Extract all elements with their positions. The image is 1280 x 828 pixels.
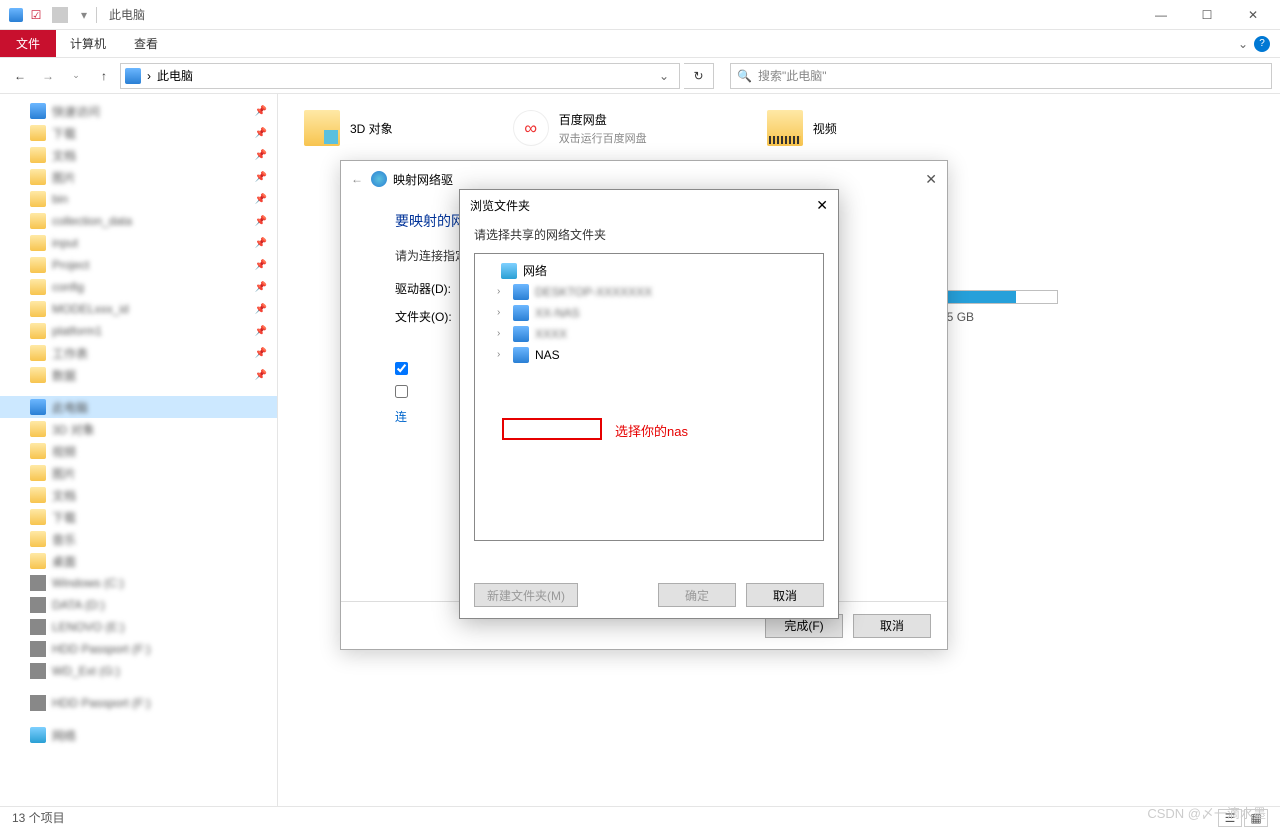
sidebar-item[interactable]: HDD Passport (F:) xyxy=(0,692,277,714)
sidebar-item[interactable]: LENOVO (E:) xyxy=(0,616,277,638)
sidebar-item[interactable]: 桌面 xyxy=(0,550,277,572)
sidebar-item[interactable]: 音乐 xyxy=(0,528,277,550)
tree-node[interactable]: ›DESKTOP-XXXXXXX xyxy=(479,281,819,302)
computer-icon xyxy=(8,7,24,23)
sidebar-item[interactable]: HDD Passport (F:) xyxy=(0,638,277,660)
search-icon: 🔍 xyxy=(737,69,752,83)
tab-computer[interactable]: 计算机 xyxy=(56,30,120,57)
refresh-button[interactable]: ↻ xyxy=(684,63,714,89)
title-bar: ☑ ▾ 此电脑 — ☐ ✕ xyxy=(0,0,1280,30)
item-count: 13 个项目 xyxy=(12,809,65,826)
tree-node[interactable]: ›XX-NAS xyxy=(479,302,819,323)
close-icon[interactable]: ✕ xyxy=(816,197,828,214)
sidebar-item[interactable]: 文档 xyxy=(0,484,277,506)
folder-3dobjects[interactable]: 3D 对象 xyxy=(304,110,393,146)
sidebar-item[interactable]: 快速访问📌 xyxy=(0,100,277,122)
nav-row: ← → ⌄ ↑ › 此电脑 ⌄ ↻ 🔍 搜索"此电脑" xyxy=(0,58,1280,94)
tree-node[interactable]: ›XXXX xyxy=(479,323,819,344)
recent-dropdown[interactable]: ⌄ xyxy=(64,64,88,88)
folder-label: 百度网盘 xyxy=(559,111,647,128)
sidebar-item[interactable]: input📌 xyxy=(0,232,277,254)
sidebar-item[interactable]: 数据📌 xyxy=(0,364,277,386)
watermark: CSDN @〆一滴水墨 xyxy=(1147,803,1266,822)
annotation-text: 选择你的nas xyxy=(615,421,688,440)
ok-button: 确定 xyxy=(658,583,736,607)
folder-baidupan[interactable]: ∞ 百度网盘双击运行百度网盘 xyxy=(513,110,647,146)
cancel-button[interactable]: 取消 xyxy=(746,583,824,607)
maximize-button[interactable]: ☐ xyxy=(1184,0,1230,30)
qat-dropdown-icon[interactable]: ▾ xyxy=(76,7,92,23)
close-icon[interactable]: ✕ xyxy=(925,171,937,188)
back-icon[interactable]: ← xyxy=(351,172,363,186)
sidebar-item[interactable]: WD_Ext (G:) xyxy=(0,660,277,682)
sidebar-item[interactable]: DATA (D:) xyxy=(0,594,277,616)
back-button[interactable]: ← xyxy=(8,64,32,88)
sidebar-item[interactable]: 下载📌 xyxy=(0,122,277,144)
dialog-title: 浏览文件夹 xyxy=(470,197,530,214)
separator xyxy=(52,7,68,23)
sidebar-item[interactable]: MODELxxx_id📌 xyxy=(0,298,277,320)
cancel-button[interactable]: 取消 xyxy=(853,614,931,638)
browse-folder-dialog: 浏览文件夹 ✕ 请选择共享的网络文件夹 网络 ›DESKTOP-XXXXXXX … xyxy=(459,189,839,619)
sidebar-item[interactable]: 网络 xyxy=(0,724,277,746)
link-text[interactable]: 连 xyxy=(395,408,407,425)
search-input[interactable]: 🔍 搜索"此电脑" xyxy=(730,63,1272,89)
drive-label: 驱动器(D): xyxy=(395,280,465,297)
ribbon: 文件 计算机 查看 ⌄ ? xyxy=(0,30,1280,58)
folder-sublabel: 双击运行百度网盘 xyxy=(559,130,647,146)
wizard-title: 映射网络驱 xyxy=(393,171,453,188)
globe-icon xyxy=(371,171,387,187)
help-icon[interactable]: ? xyxy=(1254,36,1270,52)
up-button[interactable]: ↑ xyxy=(92,64,116,88)
reconnect-checkbox[interactable] xyxy=(395,362,408,375)
sidebar-item[interactable]: platform1📌 xyxy=(0,320,277,342)
search-placeholder: 搜索"此电脑" xyxy=(758,67,827,84)
sidebar-item[interactable]: bin📌 xyxy=(0,188,277,210)
folder-label: 视频 xyxy=(813,120,837,137)
sidebar-item[interactable]: Project📌 xyxy=(0,254,277,276)
sidebar-item-thispc[interactable]: 此电脑 xyxy=(0,396,277,418)
status-bar: 13 个项目 ☰ ▦ xyxy=(0,806,1280,828)
annotation-box xyxy=(502,418,602,440)
othercred-checkbox[interactable] xyxy=(395,385,408,398)
folder-label: 文件夹(O): xyxy=(395,308,465,325)
window-title: 此电脑 xyxy=(109,6,145,23)
ribbon-expand-icon[interactable]: ⌄ xyxy=(1238,37,1248,51)
tab-view[interactable]: 查看 xyxy=(120,30,172,57)
breadcrumb-location[interactable]: 此电脑 xyxy=(157,67,193,84)
address-dropdown-icon[interactable]: ⌄ xyxy=(653,69,675,83)
qat-checkbox-icon[interactable]: ☑ xyxy=(28,7,44,23)
sidebar-item[interactable]: 3D 对象 xyxy=(0,418,277,440)
sidebar-item[interactable]: 图片 xyxy=(0,462,277,484)
sidebar-item[interactable]: 下载 xyxy=(0,506,277,528)
sidebar-item[interactable]: config📌 xyxy=(0,276,277,298)
forward-button: → xyxy=(36,64,60,88)
minimize-button[interactable]: — xyxy=(1138,0,1184,30)
new-folder-button: 新建文件夹(M) xyxy=(474,583,578,607)
tree-root[interactable]: 网络 xyxy=(479,260,819,281)
breadcrumb-sep: › xyxy=(147,69,151,83)
sidebar-item[interactable]: 图片📌 xyxy=(0,166,277,188)
tree-node-nas[interactable]: ›NAS xyxy=(479,344,819,365)
folder-videos[interactable]: 视频 xyxy=(767,110,837,146)
sidebar-item[interactable]: 文档📌 xyxy=(0,144,277,166)
separator xyxy=(96,7,97,23)
tab-file[interactable]: 文件 xyxy=(0,30,56,57)
folder-tree[interactable]: 网络 ›DESKTOP-XXXXXXX ›XX-NAS ›XXXX ›NAS 选… xyxy=(474,253,824,541)
location-icon xyxy=(125,68,141,84)
address-bar[interactable]: › 此电脑 ⌄ xyxy=(120,63,680,89)
sidebar-item[interactable]: Windows (C:) xyxy=(0,572,277,594)
sidebar-item[interactable]: 工作表📌 xyxy=(0,342,277,364)
sidebar-item[interactable]: 视频 xyxy=(0,440,277,462)
sidebar[interactable]: 快速访问📌 下载📌 文档📌 图片📌 bin📌 collection_data📌 … xyxy=(0,94,278,806)
dialog-subtitle: 请选择共享的网络文件夹 xyxy=(460,220,838,253)
sidebar-item[interactable]: collection_data📌 xyxy=(0,210,277,232)
close-button[interactable]: ✕ xyxy=(1230,0,1276,30)
folder-label: 3D 对象 xyxy=(350,120,393,137)
